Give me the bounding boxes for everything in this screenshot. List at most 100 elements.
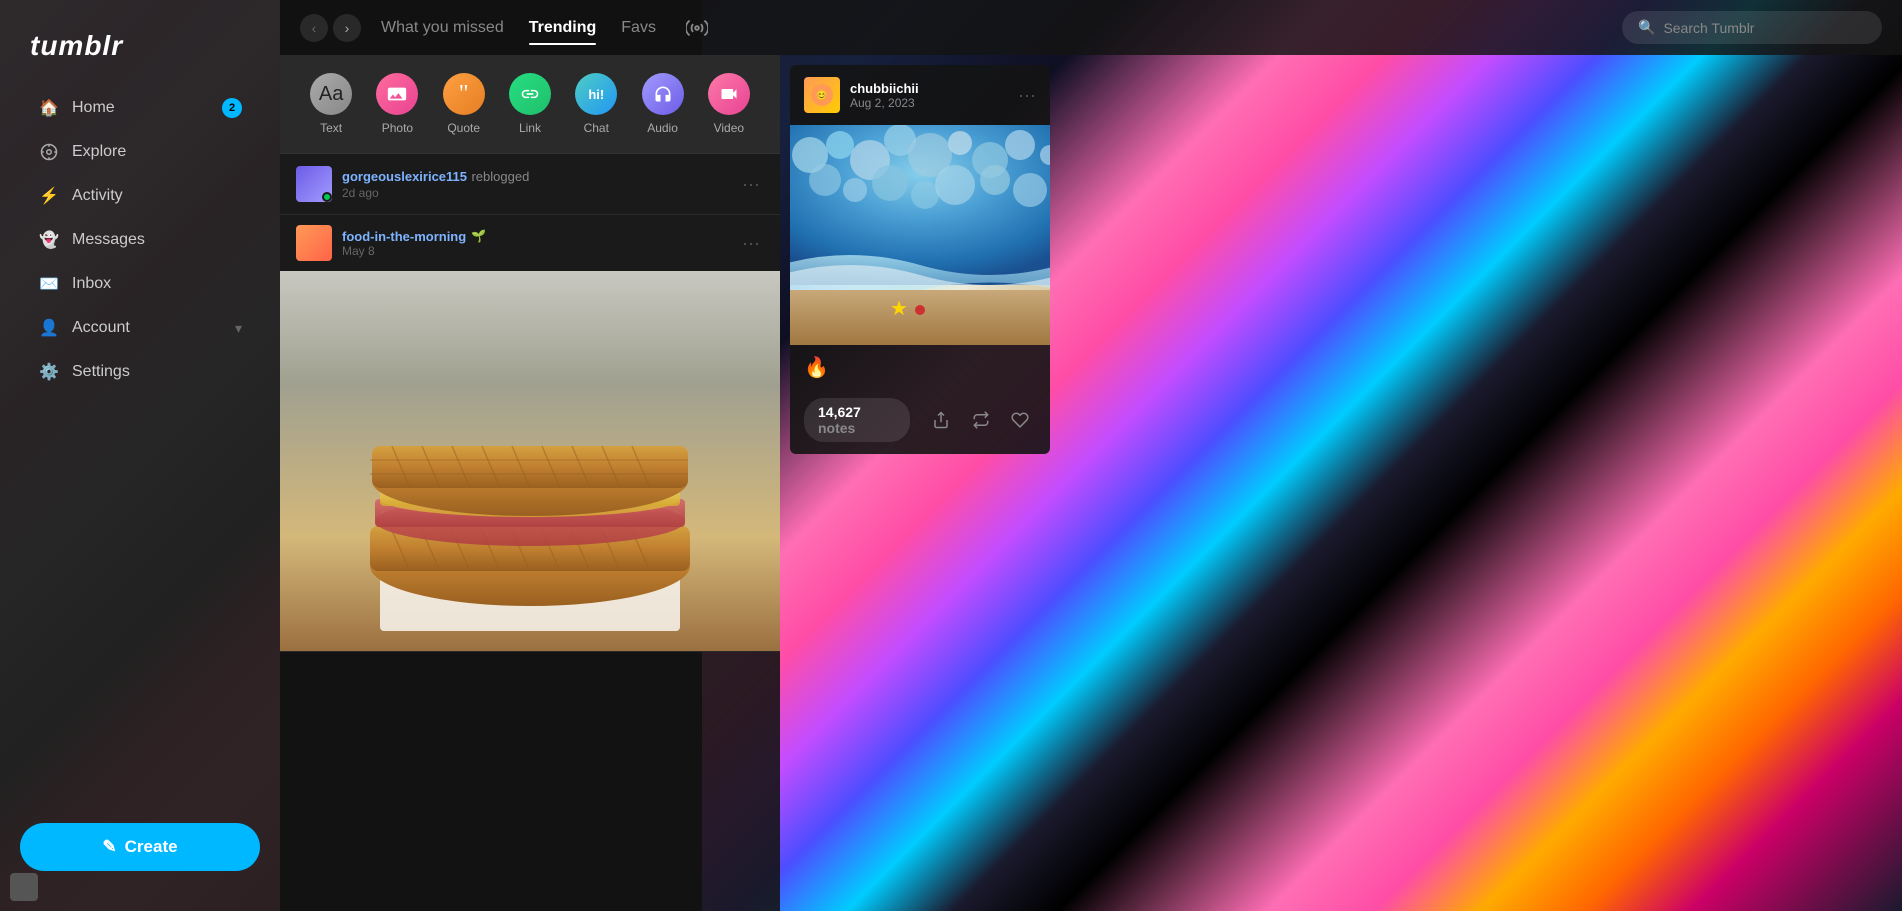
original-post-menu-button[interactable]: ··· (738, 233, 764, 254)
tab-missed[interactable]: What you missed (381, 14, 504, 42)
sidebar-nav: 🏠 Home 2 Explore ⚡ Activity 👻 Messages (0, 87, 280, 803)
composer-tool-video[interactable]: Video (696, 73, 762, 135)
online-indicator (322, 192, 332, 202)
radar-icon[interactable] (681, 12, 713, 44)
chat-tool-label: Chat (584, 121, 609, 135)
sidebar-item-label: Inbox (72, 275, 111, 293)
chevron-down-icon: ▾ (235, 320, 242, 337)
composer-tools: Aa Text Photo " Quote (298, 73, 762, 135)
post-composer: Aa Text Photo " Quote (280, 55, 780, 154)
original-post-time: May 8 (342, 244, 728, 258)
chat-tool-icon: hi! (575, 73, 617, 115)
search-input[interactable] (1663, 20, 1863, 36)
composer-tool-photo[interactable]: Photo (364, 73, 430, 135)
composer-tool-link[interactable]: Link (497, 73, 563, 135)
sidebar-item-messages[interactable]: 👻 Messages (8, 219, 272, 261)
top-nav: ‹ › What you missed Trending Favs (280, 0, 1902, 55)
sidebar: tumblr 🏠 Home 2 Explore ⚡ Activity (0, 0, 280, 911)
post-action-text: reblogged (471, 169, 529, 184)
trending-fire-icon: 🔥 (804, 355, 829, 380)
sidebar-item-activity[interactable]: ⚡ Activity (8, 175, 272, 217)
right-post-image: ★ (790, 125, 1050, 345)
feed-tabs: What you missed Trending Favs (381, 12, 1612, 44)
right-post-header: 😊 chubbiichii Aug 2, 2023 ··· (790, 65, 1050, 125)
sidebar-item-inbox[interactable]: ✉️ Inbox (8, 263, 272, 305)
video-tool-label: Video (714, 121, 744, 135)
link-tool-icon (509, 73, 551, 115)
tab-trending[interactable]: Trending (529, 14, 597, 42)
sidebar-item-account[interactable]: 👤 Account ▾ (8, 307, 272, 349)
right-post-footer: 🔥 (790, 345, 1050, 390)
notes-count-badge: 14,627 notes (804, 398, 910, 442)
original-author-name[interactable]: food-in-the-morning (342, 229, 466, 244)
original-author-avatar (296, 225, 332, 261)
post-subheader: food-in-the-morning 🌱 May 8 ··· (280, 214, 780, 271)
text-tool-icon: Aa (310, 73, 352, 115)
svg-text:😊: 😊 (816, 90, 828, 102)
post-time: 2d ago (342, 186, 728, 200)
video-tool-icon (708, 73, 750, 115)
post-image (280, 271, 780, 651)
original-author-row: food-in-the-morning 🌱 (342, 229, 728, 244)
right-post-meta: chubbiichii Aug 2, 2023 (850, 81, 1008, 110)
audio-tool-icon (642, 73, 684, 115)
center-feed: Aa Text Photo " Quote (280, 55, 780, 911)
account-icon: 👤 (38, 317, 60, 339)
share-button[interactable] (926, 403, 957, 437)
main-content: ‹ › What you missed Trending Favs (280, 0, 1902, 911)
user-avatar[interactable] (10, 873, 38, 901)
messages-icon: 👻 (38, 229, 60, 251)
back-button[interactable]: ‹ (300, 14, 328, 42)
activity-icon: ⚡ (38, 185, 60, 207)
search-bar: 🔍 (1622, 11, 1882, 44)
post-card: gorgeouslexirice115 reblogged 2d ago ···… (280, 154, 780, 652)
sidebar-item-settings[interactable]: ⚙️ Settings (8, 351, 272, 393)
composer-tool-chat[interactable]: hi! Chat (563, 73, 629, 135)
quote-tool-icon: " (443, 73, 485, 115)
composer-tool-quote[interactable]: " Quote (431, 73, 497, 135)
post-menu-button[interactable]: ··· (738, 174, 764, 195)
post-meta: gorgeouslexirice115 reblogged 2d ago (342, 168, 728, 200)
notes-count: 14,627 (818, 404, 861, 420)
forward-button[interactable]: › (333, 14, 361, 42)
right-sidebar: 😊 chubbiichii Aug 2, 2023 ··· (780, 55, 1060, 911)
app-logo: tumblr (0, 20, 280, 87)
post-submeta: food-in-the-morning 🌱 May 8 (342, 229, 728, 258)
settings-icon: ⚙️ (38, 361, 60, 383)
sidebar-item-label: Home (72, 99, 115, 117)
reblogger-name[interactable]: gorgeouslexirice115 (342, 169, 467, 184)
sidebar-item-label: Settings (72, 363, 130, 381)
inbox-icon: ✉️ (38, 273, 60, 295)
sidebar-item-label: Messages (72, 231, 145, 249)
sidebar-item-explore[interactable]: Explore (8, 131, 272, 173)
reblog-button[interactable] (965, 403, 996, 437)
right-post-date: Aug 2, 2023 (850, 96, 1008, 110)
like-button[interactable] (1005, 403, 1036, 437)
composer-tool-audio[interactable]: Audio (629, 73, 695, 135)
right-post-menu-button[interactable]: ··· (1018, 85, 1036, 106)
post-header: gorgeouslexirice115 reblogged 2d ago ··· (280, 154, 780, 214)
sidebar-item-label: Account (72, 319, 130, 337)
text-tool-label: Text (320, 121, 342, 135)
tab-favs[interactable]: Favs (621, 14, 656, 42)
svg-text:★: ★ (890, 298, 908, 320)
sidebar-item-label: Activity (72, 187, 123, 205)
quote-tool-label: Quote (447, 121, 480, 135)
photo-tool-label: Photo (382, 121, 413, 135)
create-label: Create (125, 837, 178, 857)
reblogger-avatar (296, 166, 332, 202)
right-post-card: 😊 chubbiichii Aug 2, 2023 ··· (790, 65, 1050, 454)
create-button[interactable]: ✎ Create (20, 823, 260, 871)
composer-tool-text[interactable]: Aa Text (298, 73, 364, 135)
sidebar-item-home[interactable]: 🏠 Home 2 (8, 87, 272, 129)
verified-icon: 🌱 (471, 229, 486, 243)
explore-icon (38, 141, 60, 163)
nav-arrows: ‹ › (300, 14, 361, 42)
photo-tool-icon (376, 73, 418, 115)
home-badge: 2 (222, 98, 242, 118)
sidebar-item-label: Explore (72, 143, 126, 161)
content-area: Aa Text Photo " Quote (280, 55, 1902, 911)
right-avatar: 😊 (804, 77, 840, 113)
right-post-author[interactable]: chubbiichii (850, 81, 1008, 96)
sidebar-bottom: ✎ Create (0, 803, 280, 891)
